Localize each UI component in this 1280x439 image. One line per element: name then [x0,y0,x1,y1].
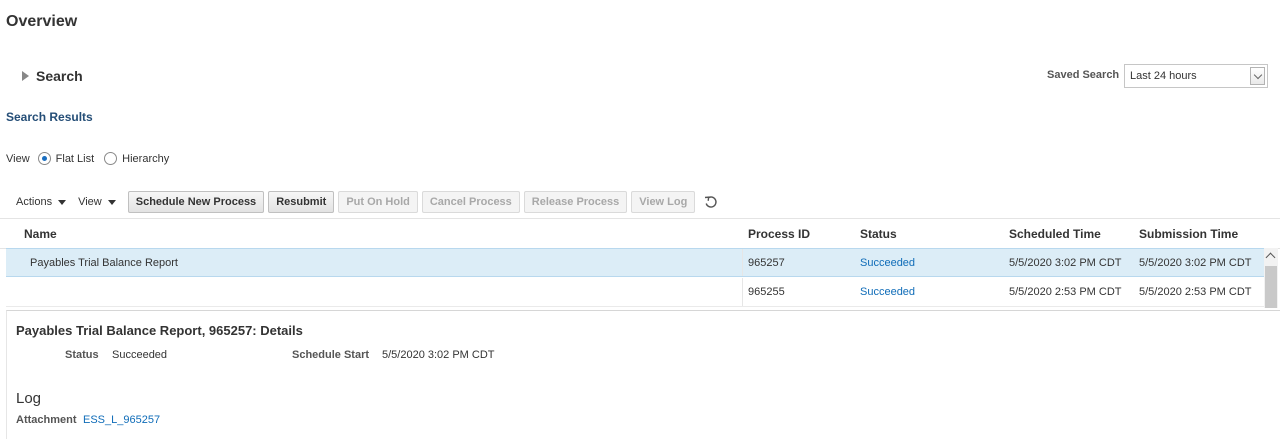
schedule-new-process-button[interactable]: Schedule New Process [127,191,265,213]
attachment-link[interactable]: ESS_L_965257 [83,414,160,426]
caret-down-icon [107,199,116,205]
column-header-submission-time[interactable]: Submission Time [1139,227,1238,241]
details-status-label: Status [65,349,99,361]
view-menu[interactable]: View [78,196,116,208]
saved-search-label: Saved Search [1047,69,1120,81]
saved-search-value: Last 24 hours [1130,70,1197,82]
saved-search-select[interactable]: Last 24 hours [1124,64,1268,88]
row-status-link[interactable]: Succeeded [860,286,915,298]
log-heading: Log [16,390,42,407]
flat-list-label[interactable]: Flat List [56,153,95,165]
scrollbar-thumb[interactable] [1265,266,1277,308]
view-mode-group: View Flat List Hierarchy [6,152,169,165]
details-title: Payables Trial Balance Report, 965257: D… [16,323,303,338]
row-name: Payables Trial Balance Report [30,257,178,269]
search-results-title: Search Results [6,110,93,124]
view-menu-label: View [78,196,102,208]
page-title: Overview [6,13,78,30]
column-separator [742,278,743,306]
actions-menu-label: Actions [16,196,53,208]
column-header-status[interactable]: Status [860,227,897,241]
details-schedule-start-value: 5/5/2020 3:02 PM CDT [382,349,495,361]
details-status-value: Succeeded [112,349,168,361]
actions-menu[interactable]: Actions [16,196,67,208]
column-header-name[interactable]: Name [24,227,57,241]
search-label: Search [36,68,83,84]
row-process-id: 965257 [748,257,785,269]
row-status-link[interactable]: Succeeded [860,257,915,269]
table-vertical-scrollbar[interactable] [1264,248,1278,308]
chevron-up-icon[interactable] [1265,252,1276,263]
flat-list-radio[interactable] [37,152,51,165]
view-log-button[interactable]: View Log [631,191,696,213]
chevron-down-icon [1253,70,1262,79]
table-row[interactable]: 965255 Succeeded 5/5/2020 2:53 PM CDT 5/… [6,278,1264,307]
row-scheduled-time: 5/5/2020 2:53 PM CDT [1009,286,1122,298]
row-scheduled-time: 5/5/2020 3:02 PM CDT [1009,257,1122,269]
dropdown-button[interactable] [1250,67,1265,85]
details-schedule-start-label: Schedule Start [292,349,370,361]
radio-selected-dot [41,156,47,161]
put-on-hold-button[interactable]: Put On Hold [338,191,418,213]
resubmit-button[interactable]: Resubmit [268,191,335,213]
release-process-button[interactable]: Release Process [523,191,628,213]
row-process-id: 965255 [748,286,785,298]
table-row[interactable]: Payables Trial Balance Report 965257 Suc… [6,248,1264,277]
caret-down-icon [58,199,67,205]
hierarchy-radio[interactable] [104,152,118,165]
column-header-process-id[interactable]: Process ID [748,227,810,241]
row-submission-time: 5/5/2020 3:02 PM CDT [1139,257,1252,269]
attachment-label: Attachment [16,414,77,426]
row-submission-time: 5/5/2020 2:53 PM CDT [1139,286,1252,298]
column-header-scheduled-time[interactable]: Scheduled Time [1009,227,1101,241]
toolbar: Actions View Schedule New Process Resubm… [16,191,719,213]
triangle-right-icon [22,71,29,81]
table-header: Name Process ID Status Scheduled Time Su… [0,218,1280,249]
hierarchy-label[interactable]: Hierarchy [122,153,169,165]
cancel-process-button[interactable]: Cancel Process [421,191,520,213]
view-label: View [6,152,30,165]
column-separator [742,249,743,276]
refresh-icon[interactable] [703,194,719,210]
search-toggle[interactable]: Search [22,68,83,84]
